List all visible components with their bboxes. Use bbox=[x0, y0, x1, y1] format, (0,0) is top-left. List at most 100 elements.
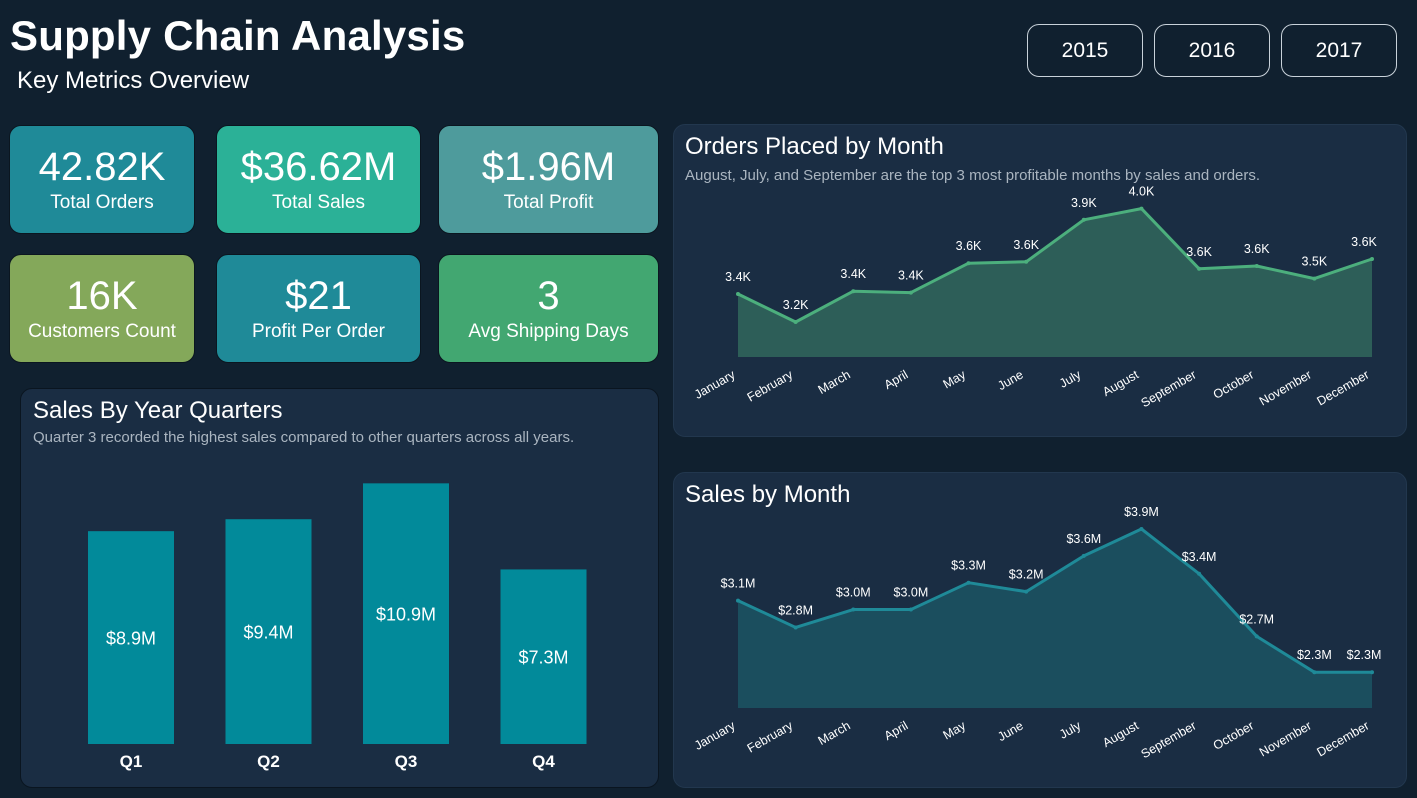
data-point[interactable] bbox=[793, 320, 798, 324]
kpi-value: 42.82K bbox=[38, 145, 166, 189]
data-label: $3.3M bbox=[951, 559, 986, 573]
data-label: $2.3M bbox=[1297, 648, 1332, 662]
data-point[interactable] bbox=[1081, 217, 1086, 222]
page-title: Supply Chain Analysis bbox=[10, 12, 466, 59]
quarters-bar-chart: $8.9M Q1 $9.4M Q2 $10.9M Q3 $7.3M Q4 bbox=[88, 483, 587, 771]
kpi-value: $21 bbox=[285, 274, 352, 318]
page-subtitle: Key Metrics Overview bbox=[17, 67, 250, 94]
kpi-value: 16K bbox=[66, 274, 138, 318]
data-point[interactable] bbox=[908, 290, 913, 295]
data-point[interactable] bbox=[1024, 259, 1029, 264]
data-point[interactable] bbox=[1254, 264, 1259, 268]
data-point[interactable] bbox=[1081, 553, 1086, 558]
data-label: $3.0M bbox=[836, 586, 871, 600]
x-tick-label: October bbox=[1211, 367, 1257, 401]
x-tick-label: December bbox=[1315, 718, 1372, 759]
kpi-card-customers-count: 16K Customers Count bbox=[9, 254, 195, 363]
kpi-card-avg-shipping-days: 3 Avg Shipping Days bbox=[438, 254, 659, 363]
bar-value-label: $8.9M bbox=[106, 629, 156, 649]
data-label: 3.4K bbox=[725, 270, 751, 284]
data-label: 3.2K bbox=[783, 298, 809, 312]
kpi-label: Total Orders bbox=[50, 192, 154, 213]
year-button-2016[interactable]: 2016 bbox=[1154, 24, 1270, 77]
data-label: $3.2M bbox=[1009, 568, 1044, 582]
data-label: $2.7M bbox=[1239, 612, 1274, 626]
x-tick-label: April bbox=[882, 367, 911, 392]
year-button-2015[interactable]: 2015 bbox=[1027, 24, 1143, 77]
data-point[interactable] bbox=[1370, 257, 1374, 261]
data-label: $3.0M bbox=[894, 586, 929, 600]
data-label: 3.9K bbox=[1071, 196, 1097, 210]
x-tick-label: March bbox=[816, 367, 853, 397]
data-label: 3.6K bbox=[1244, 242, 1270, 256]
data-point[interactable] bbox=[908, 607, 913, 612]
data-label: 3.6K bbox=[956, 239, 982, 253]
data-point[interactable] bbox=[1197, 571, 1202, 576]
sales-area-chart: $3.1M January $2.8M February $3.0M March $3.0M… bbox=[692, 505, 1382, 761]
orders-area-chart: 3.4K January 3.2K February 3.4K March 3.4K Apri… bbox=[692, 185, 1378, 411]
data-label: 3.5K bbox=[1302, 255, 1328, 269]
data-point[interactable] bbox=[1024, 589, 1029, 594]
data-point[interactable] bbox=[966, 261, 971, 266]
bar-value-label: $9.4M bbox=[243, 623, 293, 643]
area-fill bbox=[738, 208, 1372, 357]
bar-category-label: Q2 bbox=[257, 752, 280, 771]
x-tick-label: March bbox=[816, 718, 853, 748]
data-point[interactable] bbox=[966, 580, 971, 585]
data-label: 3.4K bbox=[898, 269, 924, 283]
data-point[interactable] bbox=[1139, 527, 1144, 531]
bar-value-label: $7.3M bbox=[518, 648, 568, 668]
bar-category-label: Q4 bbox=[532, 752, 555, 771]
kpi-label: Customers Count bbox=[28, 321, 176, 342]
year-button-2017[interactable]: 2017 bbox=[1281, 24, 1397, 77]
data-label: 4.0K bbox=[1129, 185, 1155, 199]
kpi-label: Profit Per Order bbox=[251, 321, 386, 342]
data-label: 3.6K bbox=[1013, 238, 1039, 252]
x-tick-label: May bbox=[941, 367, 969, 391]
kpi-card-profit-per-order: $21 Profit Per Order bbox=[216, 254, 421, 363]
data-label: 3.6K bbox=[1186, 245, 1212, 259]
x-tick-label: September bbox=[1139, 718, 1199, 761]
data-point[interactable] bbox=[851, 607, 856, 612]
area-fill bbox=[738, 529, 1372, 708]
x-tick-label: April bbox=[882, 718, 911, 743]
data-point[interactable] bbox=[851, 289, 856, 294]
data-point[interactable] bbox=[1254, 634, 1259, 639]
kpi-card-total-orders: 42.82K Total Orders bbox=[9, 125, 195, 234]
data-label: $3.1M bbox=[721, 577, 756, 591]
kpi-value: $1.96M bbox=[481, 145, 616, 189]
kpi-card-total-profit: $1.96M Total Profit bbox=[438, 125, 659, 234]
x-tick-label: August bbox=[1100, 367, 1141, 399]
data-point[interactable] bbox=[1139, 206, 1144, 211]
data-point[interactable] bbox=[1370, 670, 1374, 675]
data-point[interactable] bbox=[1312, 670, 1317, 675]
kpi-label: Total Sales bbox=[272, 192, 365, 213]
x-tick-label: November bbox=[1257, 367, 1314, 408]
data-label: $3.9M bbox=[1124, 505, 1159, 519]
kpi-value: 3 bbox=[537, 274, 560, 318]
bar-category-label: Q3 bbox=[395, 752, 418, 771]
x-tick-label: June bbox=[995, 367, 1026, 393]
data-label: $3.6M bbox=[1066, 532, 1101, 546]
data-point[interactable] bbox=[1197, 266, 1202, 271]
data-point[interactable] bbox=[736, 598, 740, 603]
x-tick-label: October bbox=[1211, 718, 1257, 752]
x-tick-label: September bbox=[1139, 367, 1199, 410]
x-tick-label: February bbox=[745, 367, 796, 405]
x-tick-label: July bbox=[1057, 718, 1084, 742]
x-tick-label: January bbox=[692, 367, 738, 402]
data-point[interactable] bbox=[793, 625, 798, 630]
orders-panel: Orders Placed by Month August, July, and… bbox=[673, 124, 1407, 437]
bar-category-label: Q1 bbox=[120, 752, 143, 771]
data-label: $2.3M bbox=[1347, 648, 1382, 662]
data-point[interactable] bbox=[1312, 276, 1317, 281]
kpi-label: Total Profit bbox=[503, 192, 594, 213]
x-tick-label: May bbox=[941, 718, 969, 742]
data-label: $2.8M bbox=[778, 603, 813, 617]
x-tick-label: August bbox=[1100, 718, 1141, 750]
x-tick-label: July bbox=[1057, 367, 1084, 391]
kpi-card-total-sales: $36.62M Total Sales bbox=[216, 125, 421, 234]
quarters-panel: Sales By Year Quarters Quarter 3 recorde… bbox=[20, 388, 659, 788]
data-point[interactable] bbox=[736, 292, 740, 296]
kpi-label: Avg Shipping Days bbox=[468, 321, 629, 342]
